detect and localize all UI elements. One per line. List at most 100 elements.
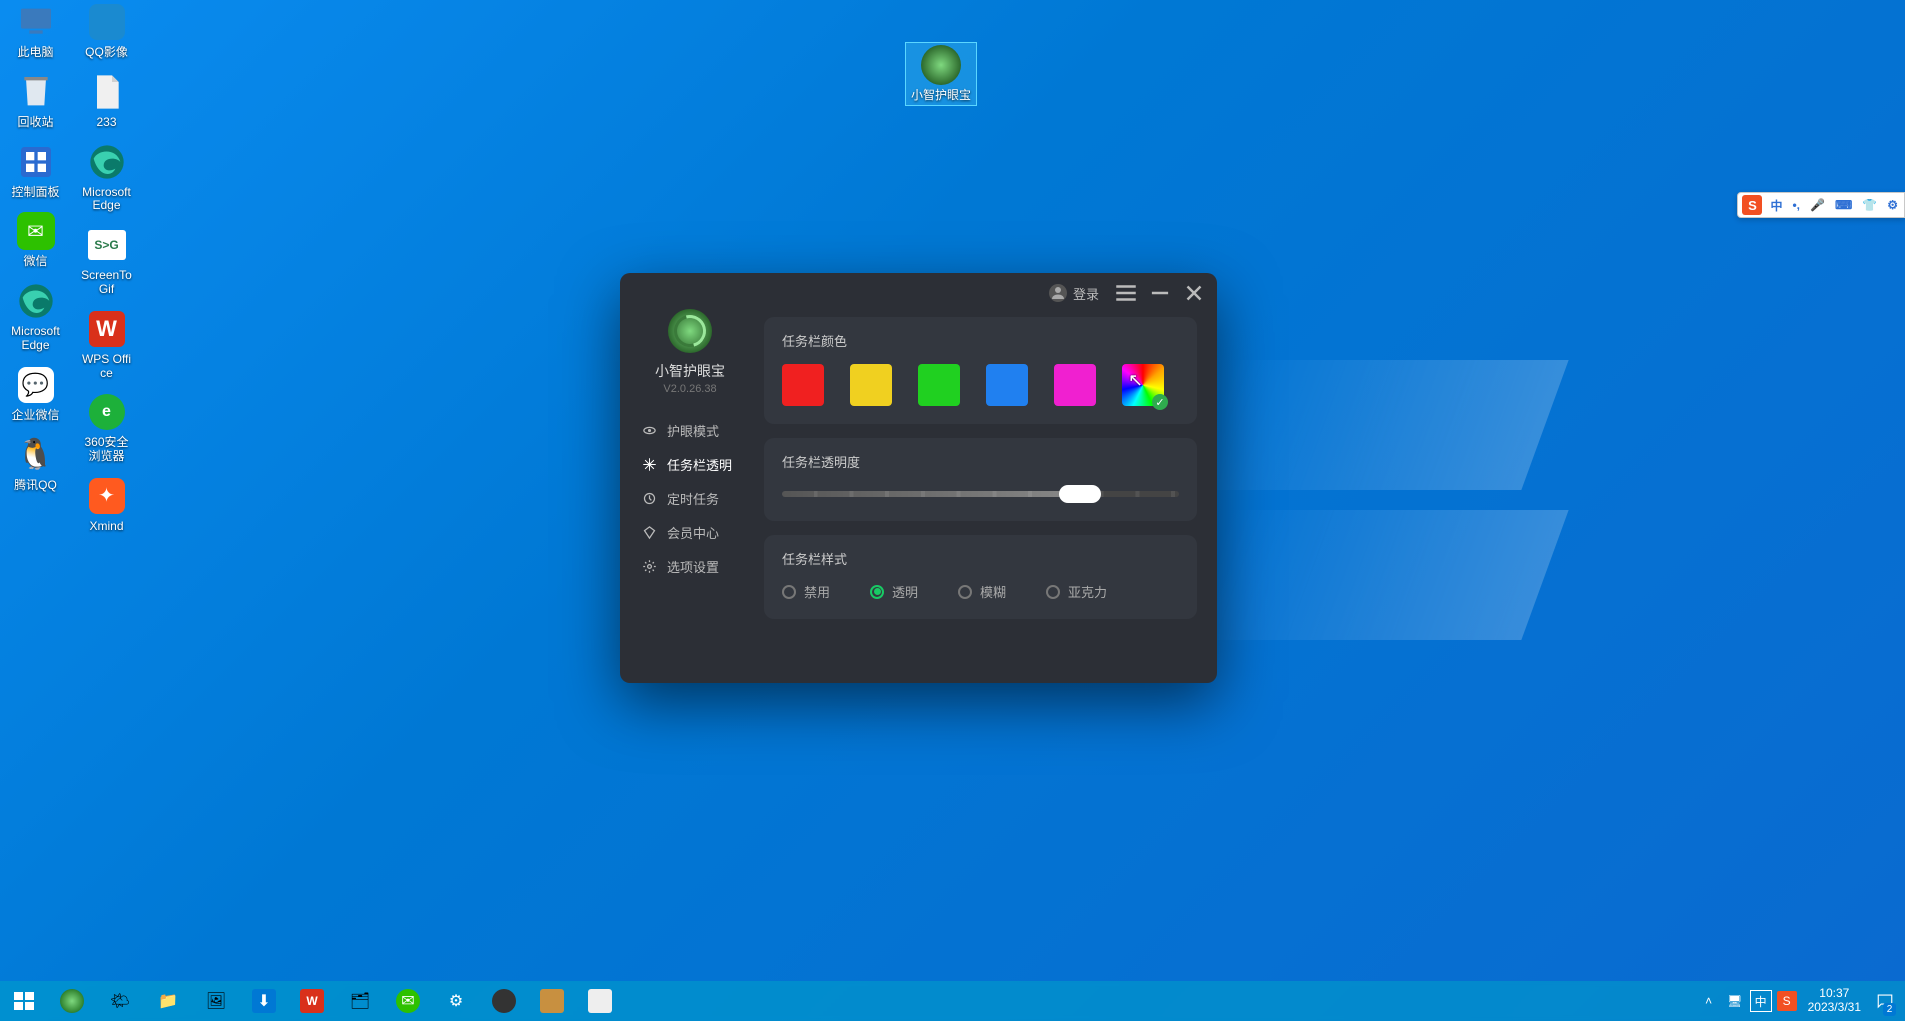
login-button[interactable]: 登录: [1043, 282, 1105, 305]
ime-punct[interactable]: •,: [1790, 198, 1802, 212]
nav-taskbar-transparent[interactable]: 任务栏透明: [620, 447, 760, 481]
taskbar-app-store[interactable]: ⬇: [240, 981, 288, 1021]
weather-icon: 🌤: [108, 989, 132, 1013]
folder-icon: 📁: [156, 989, 180, 1013]
desktop-icon-wechat[interactable]: ✉微信: [8, 209, 63, 271]
menu-button[interactable]: [1113, 280, 1139, 306]
taskbar-app-wps[interactable]: W: [288, 981, 336, 1021]
desktop-icon-wecom[interactable]: 💬企业微信: [8, 363, 63, 425]
radio-label: 亚克力: [1068, 582, 1107, 601]
ime-keyboard-icon[interactable]: ⌨: [1833, 198, 1854, 212]
nav-label: 会员中心: [667, 523, 719, 542]
sidebar: 小智护眼宝 V2.0.26.38 护眼模式 任务栏透明 定时任务 会员中心 选项…: [620, 313, 760, 683]
color-swatch[interactable]: [782, 364, 824, 406]
desktop-icon-panel[interactable]: 控制面板: [8, 140, 63, 202]
desktop-icon-edge[interactable]: Microsoft Edge: [79, 140, 134, 216]
nav-vip[interactable]: 会员中心: [620, 515, 760, 549]
taskbar-clock[interactable]: 10:37 2023/3/31: [1800, 987, 1869, 1015]
taskbar-app-settings[interactable]: ⚙: [432, 981, 480, 1021]
desktop-icon-stg[interactable]: S>GScreenToGif: [79, 223, 134, 299]
color-swatch[interactable]: [918, 364, 960, 406]
radio-dot: [782, 585, 796, 599]
xiaozhi-icon: [921, 45, 961, 85]
tray-chevron-up-icon[interactable]: ˄: [1696, 981, 1722, 1021]
radio-亚克力[interactable]: 亚克力: [1046, 582, 1107, 601]
desktop-icon-qq[interactable]: 🐧腾讯QQ: [8, 433, 63, 495]
taskbar-app-explorer[interactable]: 📁: [144, 981, 192, 1021]
nav-schedule[interactable]: 定时任务: [620, 481, 760, 515]
radio-禁用[interactable]: 禁用: [782, 582, 830, 601]
color-swatch[interactable]: [986, 364, 1028, 406]
taskbar-app-generic3[interactable]: [576, 981, 624, 1021]
nav-settings[interactable]: 选项设置: [620, 549, 760, 583]
desktop-icon-edge[interactable]: Microsoft Edge: [8, 279, 63, 355]
sparkle-icon: [642, 457, 657, 472]
app-logo-icon: [668, 309, 712, 353]
store-icon: ⬇: [252, 989, 276, 1013]
taskbar-app-generic1[interactable]: [480, 981, 528, 1021]
color-swatch[interactable]: [850, 364, 892, 406]
ime-voice-icon[interactable]: 🎤: [1808, 198, 1827, 212]
ime-settings-icon[interactable]: ⚙: [1885, 198, 1900, 212]
app-name: 小智护眼宝: [655, 361, 725, 381]
qqimg-icon: [87, 2, 127, 42]
taskbar-left: 🌤 📁 🖼 ⬇ W 🗂 ✉ ⚙: [0, 981, 624, 1021]
close-button[interactable]: [1181, 280, 1207, 306]
minimize-button[interactable]: [1147, 280, 1173, 306]
check-icon: ✓: [1152, 394, 1168, 410]
gear-icon: ⚙: [444, 989, 468, 1013]
ime-floating-bar[interactable]: S 中 •, 🎤 ⌨ 👕 ⚙: [1737, 192, 1905, 218]
color-swatch[interactable]: [1054, 364, 1096, 406]
tray-monitor-icon[interactable]: 🖥: [1722, 981, 1748, 1021]
tray-lang-button[interactable]: 中: [1748, 981, 1774, 1021]
taskbar: 🌤 📁 🖼 ⬇ W 🗂 ✉ ⚙ ˄ 🖥 中 S 10:37 2023/3/31 …: [0, 981, 1905, 1021]
desktop-icon-recycle[interactable]: 回收站: [8, 70, 63, 132]
desktop-icon-label: 233: [96, 116, 116, 130]
desktop-icon-label: 回收站: [17, 116, 53, 130]
xmind-icon: ✦: [87, 476, 127, 516]
windows-icon: [12, 989, 36, 1013]
clock-icon: [642, 491, 657, 506]
radio-dot: [958, 585, 972, 599]
taskbar-app-files[interactable]: 🗂: [336, 981, 384, 1021]
notification-button[interactable]: 2: [1869, 981, 1901, 1021]
taskbar-app-image[interactable]: 🖼: [192, 981, 240, 1021]
tray-ime-icon[interactable]: S: [1774, 981, 1800, 1021]
desktop-icon-label: Xmind: [89, 520, 123, 534]
taskbar-app-xiaozhi[interactable]: [48, 981, 96, 1021]
radio-透明[interactable]: 透明: [870, 582, 918, 601]
start-button[interactable]: [0, 981, 48, 1021]
desktop-icon-pc[interactable]: 此电脑: [8, 0, 63, 62]
desktop-icon-360[interactable]: e360安全浏览器: [79, 390, 134, 466]
slider-thumb[interactable]: [1059, 485, 1101, 503]
nav-eye-mode[interactable]: 护眼模式: [620, 413, 760, 447]
opacity-slider[interactable]: [782, 485, 1179, 503]
radio-dot: [870, 585, 884, 599]
ime-skin-icon[interactable]: 👕: [1860, 198, 1879, 212]
ime-lang[interactable]: 中: [1768, 197, 1784, 214]
desktop-icon-doc[interactable]: 233: [79, 70, 134, 132]
sogou-ime-icon[interactable]: S: [1742, 195, 1762, 215]
titlebar: 登录: [620, 273, 1217, 313]
taskbar-app-generic2[interactable]: [528, 981, 576, 1021]
edge-icon: [87, 142, 127, 182]
desktop-icons: 此电脑回收站控制面板 ✉微信 Microsoft Edge 💬企业微信 🐧腾讯QQ QQ…: [0, 0, 142, 544]
avatar-icon: [1049, 284, 1067, 302]
app-icon: [588, 989, 612, 1013]
radio-模糊[interactable]: 模糊: [958, 582, 1006, 601]
panel-icon: [16, 142, 56, 182]
taskbar-app-weather[interactable]: 🌤: [96, 981, 144, 1021]
taskbar-app-wechat[interactable]: ✉: [384, 981, 432, 1021]
tray-lang-label: 中: [1750, 990, 1772, 1012]
desktop-icon-xiaozhi[interactable]: 小智护眼宝: [905, 42, 977, 106]
color-swatch-custom[interactable]: ↖✓: [1122, 364, 1164, 406]
cursor-icon: ↖: [1128, 370, 1143, 391]
wechat-icon: ✉: [16, 211, 56, 251]
desktop-icon-label: 此电脑: [17, 46, 53, 60]
desktop-icon-label: QQ影像: [85, 46, 128, 60]
radio-dot: [1046, 585, 1060, 599]
qq-icon: 🐧: [16, 435, 56, 475]
desktop-icon-qqimg[interactable]: QQ影像: [79, 0, 134, 62]
desktop-icon-wps[interactable]: WWPS Office: [79, 307, 134, 383]
desktop-icon-xmind[interactable]: ✦ Xmind: [79, 474, 134, 536]
